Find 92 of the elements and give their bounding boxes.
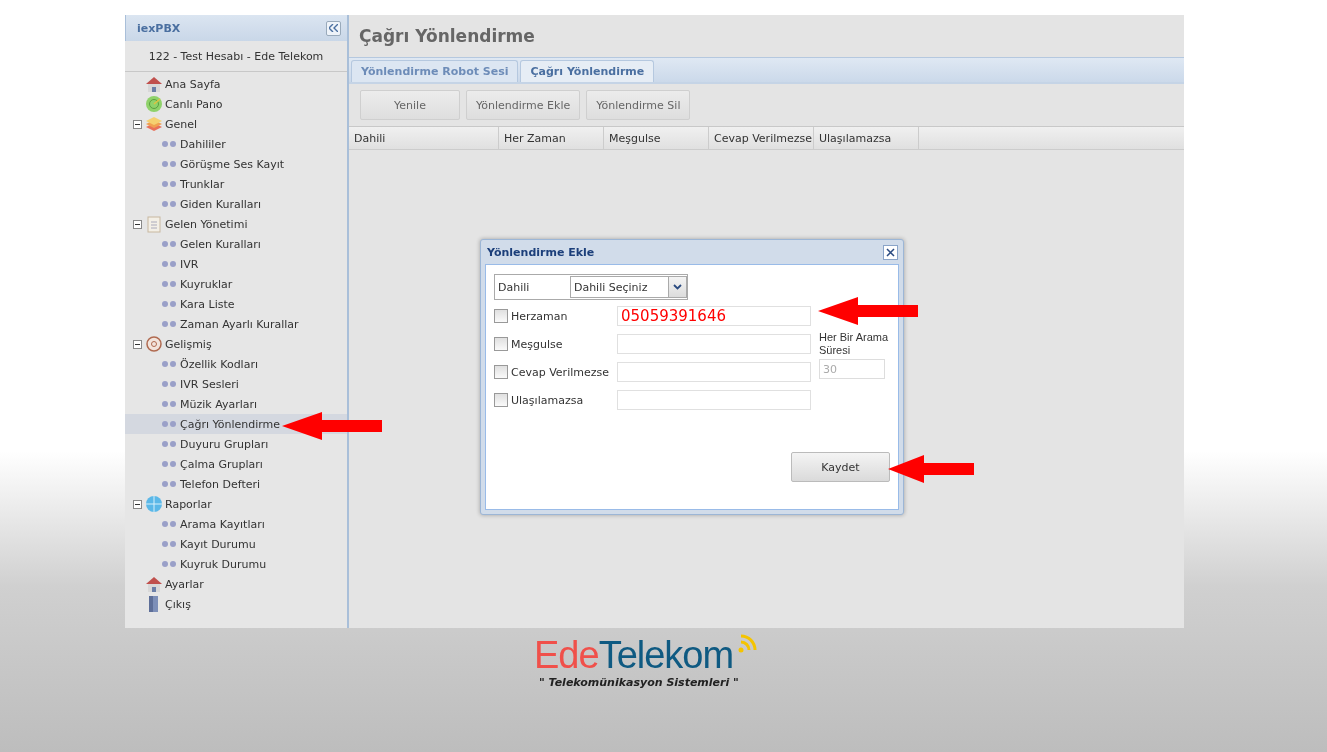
tree-item[interactable]: Kuyruklar	[125, 274, 347, 294]
close-button[interactable]	[883, 244, 898, 260]
input-field[interactable]	[617, 390, 811, 410]
bullet-icon	[161, 460, 177, 468]
input-field[interactable]	[617, 334, 811, 354]
collapse-button[interactable]	[326, 20, 341, 36]
input-field[interactable]	[617, 362, 811, 382]
tree-item[interactable]: IVR	[125, 254, 347, 274]
logo-tagline: " Telekomünikasyon Sistemleri "	[539, 676, 740, 689]
tree-item[interactable]: Arama Kayıtları	[125, 514, 347, 534]
checkbox-label: Ulaşılamazsa	[511, 393, 585, 407]
tree-item[interactable]: Kuyruk Durumu	[125, 554, 347, 574]
bullet-icon	[161, 160, 177, 168]
globe-icon	[145, 495, 163, 513]
field-label: Dahili	[497, 280, 531, 294]
double-chevron-icon	[329, 24, 338, 32]
column-header[interactable]: Dahili	[349, 127, 499, 149]
collapse-icon[interactable]	[133, 219, 142, 229]
dialog-title: Yönlendirme Ekle	[487, 245, 595, 259]
collapse-icon[interactable]	[133, 119, 142, 129]
logo-text: Telekom	[598, 634, 734, 676]
checkbox-label: Meşgulse	[511, 337, 564, 351]
tree-item[interactable]: Görüşme Ses Kayıt	[125, 154, 347, 174]
bullet-icon	[161, 320, 177, 328]
bullet-icon	[161, 260, 177, 268]
gear-icon	[145, 335, 163, 353]
tree-item[interactable]: Telefon Defteri	[125, 474, 347, 494]
tree-item[interactable]: Çıkış	[125, 594, 347, 614]
tree-item[interactable]: Zaman Ayarlı Kurallar	[125, 314, 347, 334]
tree-item[interactable]: Trunklar	[125, 174, 347, 194]
column-header[interactable]: Cevap Verilmezse	[709, 127, 814, 149]
tree-item[interactable]: Canlı Pano	[125, 94, 347, 114]
tab[interactable]: Çağrı Yönlendirme	[520, 60, 655, 82]
bullet-icon	[161, 200, 177, 208]
sidebar-title: iexPBX	[137, 21, 181, 35]
column-header[interactable]: Meşgulse	[604, 127, 709, 149]
column-header[interactable]: Her Zaman	[499, 127, 604, 149]
tree-item[interactable]: Kara Liste	[125, 294, 347, 314]
bullet-icon	[161, 140, 177, 148]
clipboard-icon	[145, 215, 163, 233]
bullet-icon	[161, 440, 177, 448]
bullet-icon	[161, 480, 177, 488]
bullet-icon	[161, 540, 177, 548]
tree-item[interactable]: Duyuru Grupları	[125, 434, 347, 454]
dropdown-field[interactable]: Dahili Seçiniz	[569, 276, 687, 298]
bullet-icon	[161, 240, 177, 248]
chevron-down-icon	[673, 284, 682, 290]
page-title: Çağrı Yönlendirme	[358, 25, 536, 48]
tree-item[interactable]: Raporlar	[125, 494, 347, 514]
bullet-icon	[161, 400, 177, 408]
radar-icon	[145, 95, 163, 113]
collapse-icon[interactable]	[133, 339, 142, 349]
bullet-icon	[161, 420, 177, 428]
tree-item[interactable]: Dahililer	[125, 134, 347, 154]
tree-item[interactable]: Müzik Ayarları	[125, 394, 347, 414]
tree-item[interactable]: Özellik Kodları	[125, 354, 347, 374]
house-icon	[145, 575, 163, 593]
tree-item[interactable]: Kayıt Durumu	[125, 534, 347, 554]
house-icon	[145, 75, 163, 93]
bullet-icon	[161, 360, 177, 368]
collapse-icon[interactable]	[133, 499, 142, 509]
bullet-icon	[161, 520, 177, 528]
bullet-icon	[161, 300, 177, 308]
input-field[interactable]: 05059391646	[617, 306, 811, 326]
checkbox-label: Herzaman	[511, 309, 569, 323]
checkbox[interactable]	[494, 309, 508, 323]
toolbar-button[interactable]: Yenile	[360, 90, 460, 120]
tree-item[interactable]: Gelişmiş	[125, 334, 347, 354]
save-button[interactable]: Kaydet	[791, 452, 890, 482]
tree-item[interactable]: IVR Sesleri	[125, 374, 347, 394]
layers-icon	[145, 115, 163, 133]
tree-item[interactable]: Giden Kuralları	[125, 194, 347, 214]
checkbox[interactable]	[494, 337, 508, 351]
account-label: 122 - Test Hesabı - Ede Telekom	[125, 41, 347, 72]
tree-item[interactable]: Genel	[125, 114, 347, 134]
tree-item[interactable]: Ana Sayfa	[125, 74, 347, 94]
checkbox-label: Cevap Verilmezse	[511, 365, 610, 379]
tree-item[interactable]: Ayarlar	[125, 574, 347, 594]
toolbar-button[interactable]: Yönlendirme Sil	[586, 90, 691, 120]
bullet-icon	[161, 560, 177, 568]
tree-item[interactable]: Gelen Yönetimi	[125, 214, 347, 234]
bullet-icon	[161, 180, 177, 188]
bullet-icon	[161, 280, 177, 288]
logo-text: Ede	[534, 634, 599, 676]
checkbox[interactable]	[494, 393, 508, 407]
checkbox[interactable]	[494, 365, 508, 379]
bullet-icon	[161, 380, 177, 388]
field-label: Her Bir Arama Süresi	[819, 331, 890, 357]
column-header[interactable]: Ulaşılamazsa	[814, 127, 919, 149]
tree-item[interactable]: Çalma Grupları	[125, 454, 347, 474]
tree-item[interactable]: Gelen Kuralları	[125, 234, 347, 254]
toolbar-button[interactable]: Yönlendirme Ekle	[466, 90, 581, 120]
